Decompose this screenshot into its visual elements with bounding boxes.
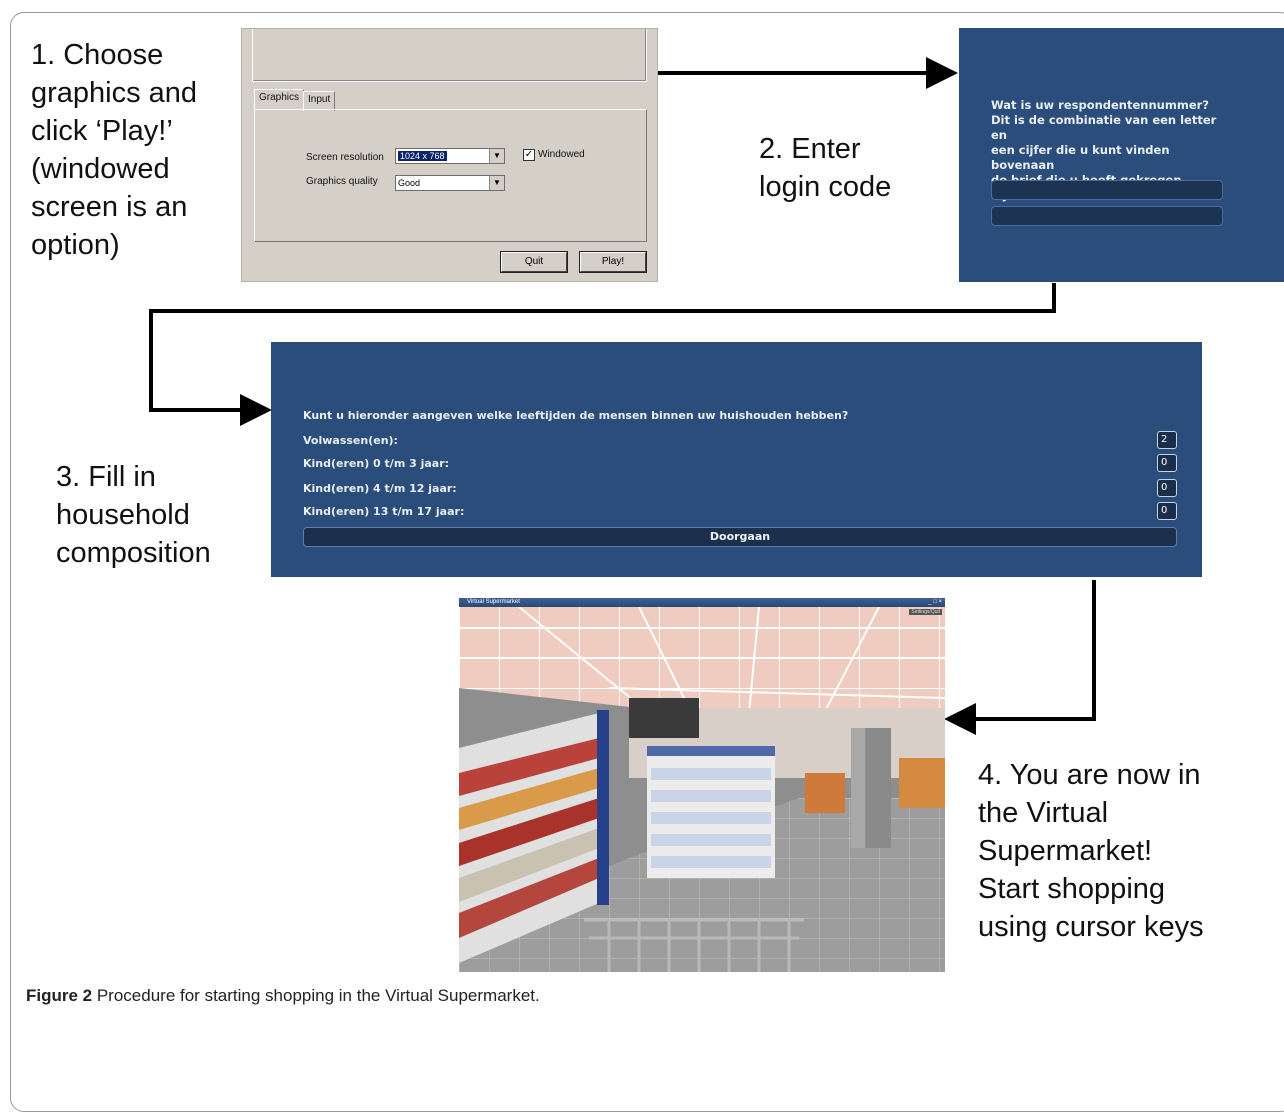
window-controls[interactable]: _ □ × (928, 599, 942, 606)
household-row-input[interactable]: 0 (1157, 479, 1177, 497)
login-code-input[interactable] (991, 180, 1223, 200)
dialog-top-panel (252, 29, 647, 82)
market-window-title: Virtual Supermarket (467, 599, 520, 605)
arrow-3-to-4 (944, 580, 1096, 735)
resolution-select[interactable]: 1024 x 768 ▼ (395, 148, 505, 164)
figure-caption: Figure 2 Procedure for starting shopping… (26, 986, 540, 1006)
household-row-input[interactable]: 2 (1157, 431, 1177, 449)
caption-end: . (535, 986, 540, 1005)
household-row-label: Volwassen(en): (303, 434, 398, 447)
market-titlebar: Virtual Supermarket _ □ × (459, 598, 945, 607)
tab-input[interactable]: Input (303, 91, 336, 111)
household-row-label: Kind(eren) 4 t/m 12 jaar: (303, 482, 457, 495)
settings-quit-button[interactable]: Settings/Quit (909, 609, 942, 615)
chevron-down-icon[interactable]: ▼ (489, 176, 504, 190)
windowed-checkbox[interactable]: ✓ (523, 149, 535, 161)
tab-graphics[interactable]: Graphics (254, 89, 305, 109)
right-shelf (805, 773, 845, 813)
chevron-down-icon[interactable]: ▼ (489, 149, 504, 163)
login-screen: Wat is uw respondentennummer? Dit is de … (959, 28, 1284, 282)
play-button[interactable]: Play! (580, 252, 646, 272)
quality-select[interactable]: Good ▼ (395, 175, 505, 191)
dark-soffit (629, 698, 699, 738)
caption-text: Procedure for starting shopping in the V… (92, 986, 535, 1005)
household-row-label: Kind(eren) 13 t/m 17 jaar: (303, 505, 465, 518)
household-screen: Kunt u hieronder aangeven welke leeftijd… (271, 342, 1202, 577)
resolution-label: Screen resolution (306, 152, 384, 163)
household-row-input[interactable]: 0 (1157, 502, 1177, 520)
household-question: Kunt u hieronder aangeven welke leeftijd… (303, 409, 849, 422)
household-row-input[interactable]: 0 (1157, 454, 1177, 472)
supermarket-view[interactable]: Virtual Supermarket _ □ × Settings/Quit (459, 598, 945, 972)
resolution-value: 1024 x 768 (398, 151, 447, 161)
caption-label: Figure 2 (26, 986, 93, 1005)
login-submit-field[interactable] (991, 206, 1223, 226)
quality-label: Graphics quality (306, 176, 378, 187)
continue-button[interactable]: Doorgaan (303, 527, 1177, 547)
launcher-dialog: Graphics Input Screen resolution 1024 x … (241, 28, 658, 282)
quit-button[interactable]: Quit (501, 252, 567, 272)
windowed-label: Windowed (538, 149, 585, 160)
household-row-label: Kind(eren) 0 t/m 3 jaar: (303, 457, 450, 470)
supermarket-scene (459, 606, 945, 972)
quality-value: Good (398, 178, 421, 188)
shelf-end-panel (597, 710, 609, 905)
